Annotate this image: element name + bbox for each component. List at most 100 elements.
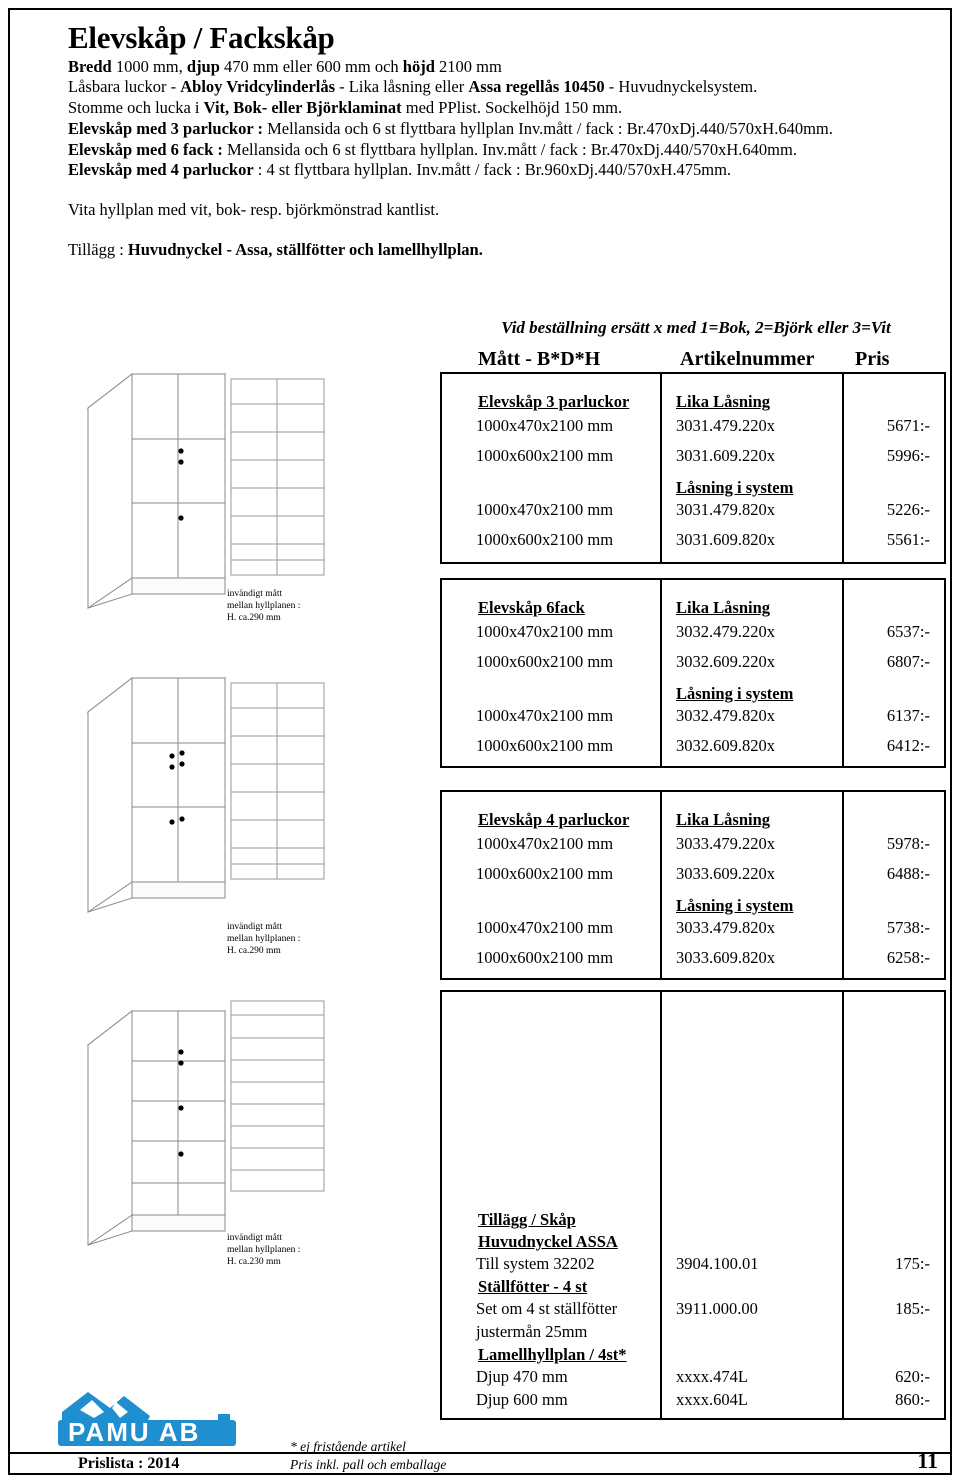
lock-heading-lika: Lika Låsning — [676, 810, 771, 829]
row-spacer: Låsning i system — [442, 896, 944, 918]
cell-matt: 1000x470x2100 mm — [476, 622, 614, 641]
cell-pris: 6258:- — [886, 948, 930, 967]
dim-note-1: invändigt mått mellan hyllplanen : H. ca… — [227, 589, 301, 624]
spec-line-0: Bredd 1000 mm, djup 470 mm eller 600 mm … — [68, 56, 502, 76]
cell-pris: 5996:- — [886, 446, 930, 465]
cell-matt: 1000x600x2100 mm — [476, 530, 614, 549]
cell-pris: 5671:- — [886, 416, 930, 435]
table-section-elevskap-3-parluckor: Elevskåp 3 parluckor Lika Låsning 1000x470… — [440, 372, 946, 564]
addons-title-row: Tillägg / Skåp — [442, 1210, 944, 1232]
cell-artikelnummer: 3031.609.820x — [676, 530, 775, 549]
cell-artikelnummer: 3032.609.820x — [676, 736, 775, 755]
lock-heading-lika: Lika Låsning — [676, 392, 771, 411]
row-spacer: Låsning i system — [442, 478, 944, 500]
cell-artikelnummer: 3904.100.01 — [676, 1254, 759, 1273]
table-row: 1000x600x2100 mm 3033.609.220x 6488:- — [442, 864, 944, 896]
cell-pris: 6137:- — [886, 706, 930, 725]
dim-note-2: invändigt mått mellan hyllplanen : H. ca… — [227, 922, 301, 957]
table-row: 1000x470x2100 mm 3033.479.220x 5978:- — [442, 834, 944, 858]
table-row: 1000x470x2100 mm 3033.479.820x 5738:- — [442, 918, 944, 942]
cell-pris: 6412:- — [886, 736, 930, 755]
cell-artikelnummer: xxxx.604L — [676, 1390, 748, 1409]
addon-group-heading: Huvudnyckel ASSA — [478, 1232, 618, 1251]
cell-artikelnummer: 3033.609.220x — [676, 864, 775, 883]
cell-matt: 1000x600x2100 mm — [476, 652, 614, 671]
cell-pris: 6537:- — [886, 622, 930, 641]
cell-artikelnummer: 3032.479.220x — [676, 622, 775, 641]
addons-top-space — [442, 992, 944, 1210]
table-section-elevskap-4-parluckor: Elevskåp 4 parluckor Lika Låsning 1000x470… — [440, 790, 946, 980]
cabinet-3-parluckor-shelf-diagram — [230, 378, 325, 576]
table-row: justermån 25mm — [442, 1322, 944, 1345]
table-row: 1000x600x2100 mm 3031.609.220x 5996:- — [442, 446, 944, 478]
table-row: 1000x600x2100 mm 3032.609.820x 6412:- — [442, 736, 944, 768]
spec-line-4: Elevskåp med 6 fack : Mellansida och 6 s… — [68, 139, 797, 159]
cell-pris: 175:- — [895, 1254, 930, 1273]
column-header-pris: Pris — [855, 348, 890, 370]
footer-notes: * ej fristående artikel Pris inkl. pall … — [290, 1438, 446, 1474]
cell-matt: 1000x600x2100 mm — [476, 736, 614, 755]
section-heading-row: Elevskåp 4 parluckor Lika Låsning — [442, 810, 944, 834]
cabinet-4-parluckor-isometric — [86, 1009, 227, 1246]
note-shelves: Vita hyllplan med vit, bok- resp. björkm… — [68, 200, 440, 219]
lock-heading-system: Låsning i system — [676, 896, 794, 915]
cell-pris: 185:- — [895, 1299, 930, 1318]
cell-matt: 1000x600x2100 mm — [476, 864, 614, 883]
footnote-1: * ej fristående artikel — [290, 1439, 406, 1454]
cell-matt: Djup 600 mm — [476, 1390, 568, 1409]
product-heading: Elevskåp 6fack — [478, 598, 585, 617]
order-note: Vid beställning ersätt x med 1=Bok, 2=Bj… — [501, 318, 891, 337]
header-block: Elevskåp / Fackskåp Bredd 1000 mm, djup … — [68, 20, 948, 182]
pamu-ab-logo: PAMU AB — [58, 1392, 236, 1447]
note-extra-bold: Huvudnyckel - Assa, ställfötter och lame… — [127, 240, 483, 259]
table-row: 1000x600x2100 mm 3033.609.820x 6258:- — [442, 948, 944, 980]
cell-artikelnummer: 3033.609.820x — [676, 948, 775, 967]
spec-line-2: Stomme och lucka i Vit, Bok- eller Björk… — [68, 98, 623, 118]
cell-matt: 1000x470x2100 mm — [476, 834, 614, 853]
section-heading-row: Elevskåp 3 parluckor Lika Låsning — [442, 392, 944, 416]
page-number: 11 — [917, 1448, 938, 1473]
lock-heading-system: Låsning i system — [676, 478, 794, 497]
cell-matt: Set om 4 st ställfötter — [476, 1299, 618, 1318]
cell-matt: 1000x470x2100 mm — [476, 416, 614, 435]
lock-heading-lika: Lika Låsning — [676, 598, 771, 617]
cabinet-6fack-isometric — [86, 676, 227, 913]
table-section-addons: Tillägg / Skåp Huvudnyckel ASSA Till syste… — [440, 990, 946, 1420]
cell-matt: 1000x600x2100 mm — [476, 446, 614, 465]
product-heading: Elevskåp 3 parluckor — [478, 392, 630, 411]
cell-pris: 5561:- — [886, 530, 930, 549]
page-title: Elevskåp / Fackskåp — [68, 20, 335, 55]
footnote-2: Pris inkl. pall och emballage — [290, 1457, 447, 1473]
table-row: Set om 4 st ställfötter 3911.000.00 185:- — [442, 1299, 944, 1322]
note-extra-prefix: Tillägg : — [68, 240, 128, 259]
cell-matt: 1000x470x2100 mm — [476, 918, 614, 937]
lock-heading-system: Låsning i system — [676, 684, 794, 703]
table-row: Djup 600 mm xxxx.604L 860:- — [442, 1390, 944, 1413]
table-section-elevskap-6fack: Elevskåp 6fack Lika Låsning 1000x470x2100 … — [440, 578, 946, 768]
cell-pris: 6488:- — [886, 864, 930, 883]
column-header-matt: Mått - B*D*H — [478, 348, 601, 370]
cell-matt: Djup 470 mm — [476, 1367, 568, 1386]
cell-matt: 1000x470x2100 mm — [476, 500, 614, 519]
cell-artikelnummer: 3033.479.820x — [676, 918, 775, 937]
table-row: 1000x600x2100 mm 3031.609.820x 5561:- — [442, 530, 944, 562]
cell-matt: Till system 32202 — [476, 1254, 595, 1273]
price-list-page: Elevskåp / Fackskåp Bredd 1000 mm, djup … — [0, 0, 960, 1483]
svg-text:PAMU AB: PAMU AB — [68, 1417, 200, 1447]
prislista-label: Prislista : 2014 — [78, 1455, 180, 1472]
spec-lines: Bredd 1000 mm, djup 470 mm eller 600 mm … — [68, 57, 948, 182]
addon-group-heading-row: Ställfötter - 4 st — [442, 1277, 944, 1299]
table-row: 1000x470x2100 mm 3031.479.220x 5671:- — [442, 416, 944, 440]
cell-pris: 5226:- — [886, 500, 930, 519]
cell-matt: 1000x470x2100 mm — [476, 706, 614, 725]
table-row: 1000x600x2100 mm 3032.609.220x 6807:- — [442, 652, 944, 684]
table-row: 1000x470x2100 mm 3032.479.220x 6537:- — [442, 622, 944, 646]
cabinet-3-parluckor-isometric — [86, 372, 227, 609]
dim-note-3: invändigt mått mellan hyllplanen : H. ca… — [227, 1233, 301, 1268]
cell-artikelnummer: 3031.479.220x — [676, 416, 775, 435]
cell-artikelnummer: 3032.479.820x — [676, 706, 775, 725]
note-extra: Tillägg : Huvudnyckel - Assa, ställfötte… — [68, 240, 483, 260]
table-row: 1000x470x2100 mm 3032.479.820x 6137:- — [442, 706, 944, 730]
table-row: Till system 32202 3904.100.01 175:- — [442, 1254, 944, 1277]
addon-group-heading-row: Huvudnyckel ASSA — [442, 1232, 944, 1254]
